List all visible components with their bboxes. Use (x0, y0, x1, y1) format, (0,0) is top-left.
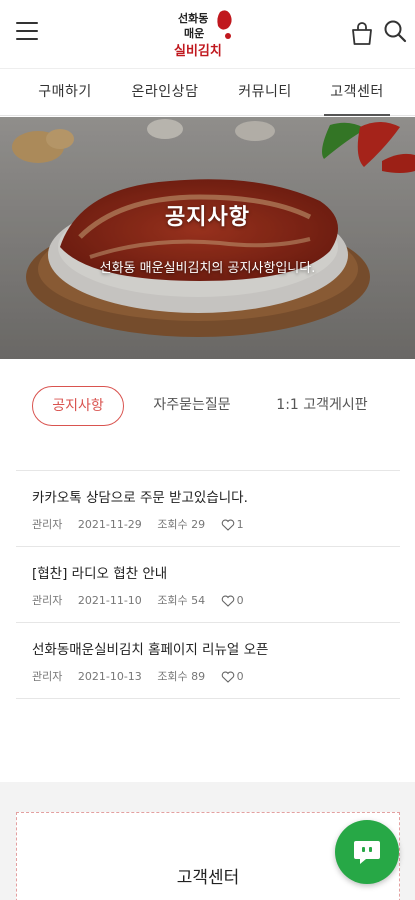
post-meta: 관리자 2021-11-10 조회수 54 0 (32, 593, 400, 609)
chat-bubble-icon (354, 841, 380, 864)
heart-icon[interactable] (221, 519, 235, 531)
post-date: 2021-11-10 (77, 594, 142, 607)
post-title[interactable]: [협찬] 라디오 협찬 안내 (32, 564, 400, 584)
shopping-bag-icon[interactable] (350, 20, 374, 46)
hamburger-icon[interactable] (16, 22, 38, 40)
post-views: 조회수 54 (157, 594, 206, 607)
post-views: 조회수 29 (157, 518, 206, 531)
post-likes: 0 (236, 670, 244, 683)
nav-item-community[interactable]: 커뮤니티 (234, 69, 296, 115)
post-title[interactable]: 카카오톡 상담으로 주문 받고있습니다. (32, 488, 400, 508)
page-subtitle: 선화동 매운실비김치의 공지사항입니다. (99, 261, 316, 276)
post-meta: 관리자 2021-11-29 조회수 29 1 (32, 517, 400, 533)
list-item[interactable]: 선화동매운실비김치 홈페이지 리뉴얼 오픈 관리자 2021-10-13 조회수… (16, 623, 400, 699)
header: 선화동 매운 실비김치 (0, 0, 415, 68)
notice-list: 카카오톡 상담으로 주문 받고있습니다. 관리자 2021-11-29 조회수 … (16, 470, 400, 699)
post-author: 관리자 (32, 518, 63, 531)
post-date: 2021-11-29 (77, 518, 142, 531)
logo-line2: 매운 (184, 26, 204, 40)
nav-item-buy[interactable]: 구매하기 (34, 69, 96, 115)
heart-icon[interactable] (221, 671, 235, 683)
post-views: 조회수 89 (157, 670, 206, 683)
list-item[interactable]: [협찬] 라디오 협찬 안내 관리자 2021-11-10 조회수 54 0 (16, 547, 400, 623)
post-author: 관리자 (32, 670, 63, 683)
board-tabs: 공지사항 자주묻는질문 1:1 고객게시판 (0, 386, 415, 428)
post-likes: 1 (236, 518, 244, 531)
hero-image (0, 117, 415, 359)
logo[interactable]: 선화동 매운 실비김치 (168, 6, 248, 62)
logo-line1: 선화동 (178, 11, 208, 25)
logo-line3: 실비김치 (174, 43, 222, 59)
chat-button[interactable] (335, 820, 399, 884)
main-nav: 구매하기 온라인상담 커뮤니티 고객센터 (0, 68, 415, 116)
page-title: 공지사항 (165, 205, 250, 230)
tab-qna-board[interactable]: 1:1 고객게시판 (266, 386, 378, 426)
search-icon[interactable] (382, 18, 408, 44)
post-title[interactable]: 선화동매운실비김치 홈페이지 리뉴얼 오픈 (32, 640, 400, 660)
nav-item-online-consult[interactable]: 온라인상담 (128, 69, 202, 115)
post-likes: 0 (236, 594, 244, 607)
post-meta: 관리자 2021-10-13 조회수 89 0 (32, 669, 400, 685)
post-date: 2021-10-13 (77, 670, 142, 683)
tab-faq[interactable]: 자주묻는질문 (140, 386, 244, 426)
list-item[interactable]: 카카오톡 상담으로 주문 받고있습니다. 관리자 2021-11-29 조회수 … (16, 471, 400, 547)
nav-item-customer-center[interactable]: 고객센터 (324, 69, 390, 116)
tab-notice[interactable]: 공지사항 (32, 386, 124, 426)
hero-banner: 공지사항 선화동 매운실비김치의 공지사항입니다. (0, 117, 415, 359)
heart-icon[interactable] (221, 595, 235, 607)
post-author: 관리자 (32, 594, 63, 607)
